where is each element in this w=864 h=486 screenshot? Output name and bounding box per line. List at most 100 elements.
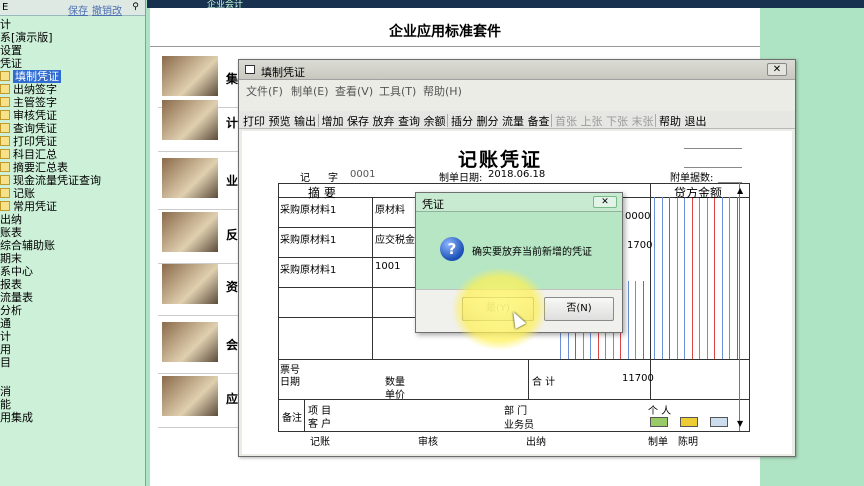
- pin-icon[interactable]: ⚲: [130, 2, 141, 13]
- tree-item[interactable]: 设置: [0, 44, 22, 57]
- toolbar-button[interactable]: 放弃: [373, 113, 395, 129]
- tree-item[interactable]: 出纳签字: [0, 83, 57, 96]
- menu-view[interactable]: 查看(V): [335, 83, 373, 99]
- toolbar-button[interactable]: 帮助: [659, 113, 681, 129]
- feature-item[interactable]: 反: [158, 212, 238, 264]
- tree-item[interactable]: 分析: [0, 304, 22, 317]
- save-link[interactable]: 保存: [68, 2, 88, 17]
- tree-item[interactable]: 审核凭证: [0, 109, 57, 122]
- tree-item[interactable]: 期末: [0, 252, 22, 265]
- tree-item[interactable]: 系中心: [0, 265, 33, 278]
- tree-item[interactable]: 打印凭证: [0, 135, 57, 148]
- entry-account[interactable]: 1001: [375, 261, 400, 272]
- toolbar-button[interactable]: 预览: [269, 113, 291, 129]
- feature-label: 资: [226, 280, 239, 294]
- tree-item[interactable]: 通: [0, 317, 11, 330]
- tree-item[interactable]: 摘要汇总表: [0, 161, 68, 174]
- entry-account[interactable]: 应交税金: [375, 231, 415, 246]
- tree-item-label: 系中心: [0, 265, 33, 278]
- tools-icon[interactable]: [710, 417, 728, 427]
- tree-item[interactable]: 计: [0, 18, 11, 31]
- feature-image: [162, 158, 218, 198]
- menu-tools[interactable]: 工具(T): [379, 83, 416, 99]
- toolbar-button[interactable]: 备查: [528, 113, 550, 129]
- toolbar-button[interactable]: 首张: [555, 113, 577, 129]
- entry-amount[interactable]: 1700: [627, 240, 652, 251]
- tree-item-label: 现金流量凭证查询: [13, 174, 101, 187]
- toolbar-button[interactable]: 删分: [477, 113, 499, 129]
- feature-item[interactable]: 计: [158, 100, 238, 152]
- menu-file[interactable]: 文件(F): [246, 83, 283, 99]
- tree-item[interactable]: 科目汇总: [0, 148, 57, 161]
- feature-label: 应: [226, 392, 239, 406]
- toolbar-button[interactable]: 末张: [632, 113, 654, 129]
- entry-summary[interactable]: 采购原材料1: [280, 231, 336, 246]
- toolbar: 打印 预览 输出 增加 保存 放弃 查询 余额 插分 删分 流量 备查 首张 上张 下张 末张 帮助 退出: [239, 111, 795, 129]
- feature-item[interactable]: 会: [158, 322, 238, 374]
- no-button[interactable]: 否(N): [544, 297, 614, 321]
- toolbar-button[interactable]: 上张: [581, 113, 603, 129]
- document-icon: [0, 110, 10, 120]
- calculator-icon[interactable]: [680, 417, 698, 427]
- remark-label: 备注: [282, 413, 302, 424]
- feature-item[interactable]: 资: [158, 264, 238, 316]
- tree-item[interactable]: 查询凭证: [0, 122, 57, 135]
- entry-summary[interactable]: 采购原材料1: [280, 261, 336, 276]
- tree-item[interactable]: 计: [0, 330, 11, 343]
- tree-item[interactable]: 用集成: [0, 411, 33, 424]
- feature-item[interactable]: 应: [158, 376, 238, 428]
- tree-item[interactable]: 常用凭证: [0, 200, 57, 213]
- toolbar-button[interactable]: 退出: [685, 113, 707, 129]
- undo-change-link[interactable]: 撤销改: [92, 2, 122, 17]
- entry-summary[interactable]: 采购原材料1: [280, 201, 336, 216]
- tree-panel-header: E 保存 撤销改 ⚲: [0, 0, 145, 17]
- tree-item[interactable]: 现金流量凭证查询: [0, 174, 101, 187]
- voucher-date[interactable]: 2018.06.18: [488, 169, 545, 180]
- dialog-message: 确实要放弃当前新增的凭证: [472, 247, 592, 258]
- entry-account[interactable]: 原材料: [375, 201, 405, 216]
- voucher-number[interactable]: 0001: [350, 169, 375, 180]
- date-row-label: 日期: [280, 377, 300, 388]
- tree-item[interactable]: 凭证: [0, 57, 22, 70]
- feature-image: [162, 322, 218, 362]
- tree-item[interactable]: 报表: [0, 278, 22, 291]
- toolbar-button[interactable]: 余额: [424, 113, 446, 129]
- scroll-up-icon[interactable]: ▲: [737, 186, 743, 195]
- toolbar-button[interactable]: 流量: [502, 113, 524, 129]
- toolbar-button[interactable]: 下张: [606, 113, 628, 129]
- tree-item[interactable]: 综合辅助账: [0, 239, 55, 252]
- tree-item[interactable]: 消: [0, 385, 11, 398]
- money-digit-line: [736, 197, 738, 359]
- tree-item[interactable]: 目: [0, 356, 11, 369]
- tree-item[interactable]: 系[演示版]: [0, 31, 53, 44]
- menu-voucher[interactable]: 制单(E): [291, 83, 329, 99]
- tree-item-label: 出纳签字: [13, 83, 57, 96]
- tree-item[interactable]: 流量表: [0, 291, 33, 304]
- tree-item[interactable]: 账表: [0, 226, 22, 239]
- tree-item[interactable]: 能: [0, 398, 11, 411]
- toolbar-button[interactable]: 打印: [243, 113, 265, 129]
- tree-item[interactable]: 记账: [0, 187, 35, 200]
- menu-help[interactable]: 帮助(H): [423, 83, 462, 99]
- tree-item[interactable]: 用: [0, 343, 11, 356]
- entry-amount[interactable]: 0000: [625, 211, 650, 222]
- toolbar-button[interactable]: 保存: [347, 113, 369, 129]
- feature-item[interactable]: 业: [158, 158, 238, 210]
- close-icon[interactable]: ✕: [767, 63, 787, 76]
- money-digit-line: [661, 197, 663, 359]
- tree-item-label: 摘要汇总表: [13, 161, 68, 174]
- scroll-down-icon[interactable]: ▼: [737, 419, 743, 428]
- tree-item[interactable]: 填制凭证: [0, 70, 61, 83]
- toolbar-button[interactable]: 增加: [322, 113, 344, 129]
- dialog-close-icon[interactable]: ✕: [593, 196, 617, 208]
- toolbar-button[interactable]: 插分: [451, 113, 473, 129]
- toolbar-button[interactable]: 输出: [294, 113, 316, 129]
- tree-item-label: 综合辅助账: [0, 239, 55, 252]
- feature-image: [162, 212, 218, 252]
- tree-item[interactable]: 出纳: [0, 213, 22, 226]
- tree-item[interactable]: 主管签字: [0, 96, 57, 109]
- feature-label: 反: [226, 228, 239, 242]
- lookup-icon[interactable]: [650, 417, 668, 427]
- document-icon: [0, 123, 10, 133]
- toolbar-button[interactable]: 查询: [398, 113, 420, 129]
